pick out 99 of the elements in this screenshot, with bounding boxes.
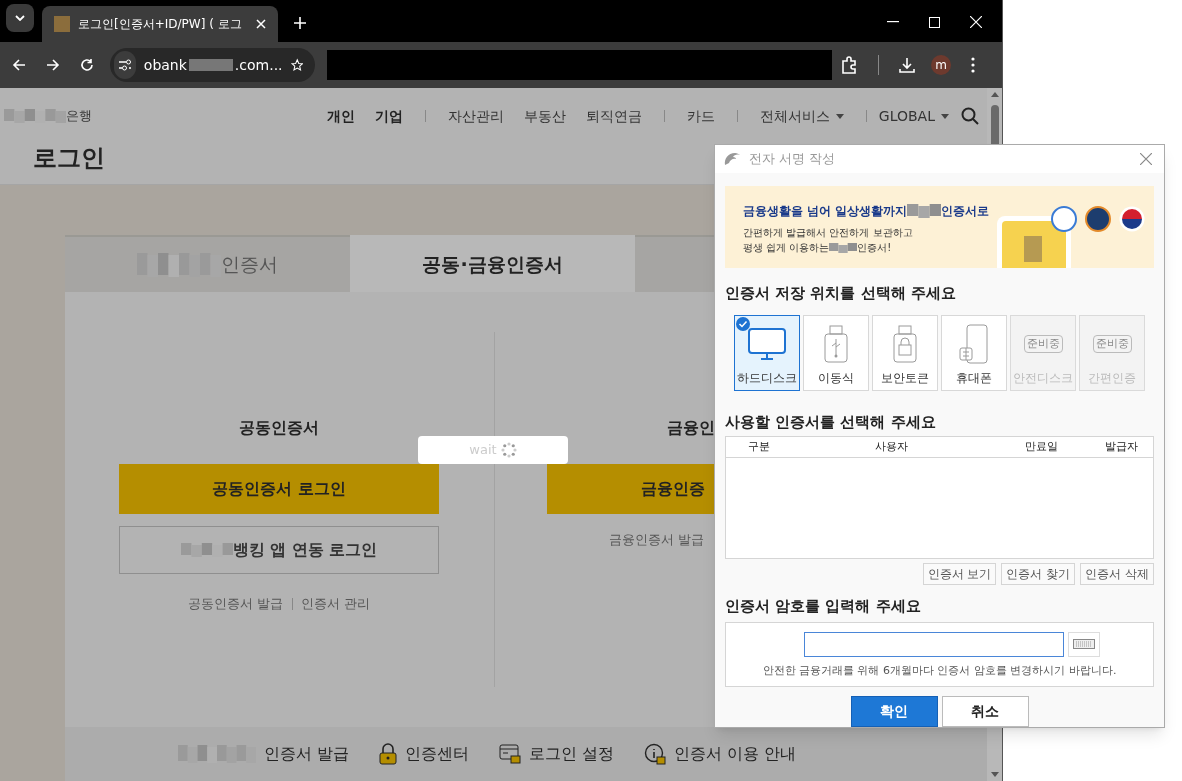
login-tab[interactable]: 공동·금융인증서 bbox=[350, 235, 635, 292]
check-icon bbox=[736, 316, 750, 331]
section-heading: 인증서 암호를 입력해 주세요 bbox=[725, 596, 922, 617]
minimize-icon[interactable] bbox=[887, 21, 899, 23]
forward-icon[interactable] bbox=[46, 58, 60, 72]
profile-avatar[interactable]: m bbox=[931, 55, 951, 75]
storage-option[interactable]: 하드디스크 bbox=[734, 314, 800, 391]
column-header: 사용자 bbox=[873, 438, 909, 455]
nav-link[interactable]: 카드 bbox=[676, 105, 725, 127]
reload-icon[interactable] bbox=[80, 58, 94, 72]
certificate-action-button[interactable]: 인증서 찾기 bbox=[1001, 563, 1076, 585]
option-label: 휴대폰 bbox=[956, 369, 992, 387]
phone-sim-icon bbox=[959, 323, 989, 364]
nav-link[interactable]: 전체서비스 bbox=[749, 105, 854, 127]
tab-title: 로그인[인증서+ID/PW] ( 로그 bbox=[78, 16, 243, 33]
info-icon bbox=[644, 743, 667, 765]
column-header: 만료일 bbox=[1023, 438, 1059, 455]
option-label: 간편인증 bbox=[1088, 369, 1136, 387]
banner-text: 평생 쉽게 이용하는 bbox=[743, 241, 830, 255]
section-heading: 사용할 인증서를 선택해 주세요 bbox=[725, 411, 937, 433]
storage-option[interactable]: 보안토큰 bbox=[872, 314, 938, 391]
star-icon[interactable] bbox=[290, 57, 303, 73]
caret-icon bbox=[941, 113, 949, 119]
primary-login-button[interactable]: 공동인증서 로그인 bbox=[119, 464, 439, 514]
nav-link[interactable]: 퇴직연금 bbox=[575, 105, 652, 127]
nav-link[interactable]: 부동산 bbox=[513, 105, 576, 127]
new-tab-icon[interactable] bbox=[294, 17, 306, 29]
extensions-icon[interactable] bbox=[840, 56, 858, 74]
footer-link[interactable]: 인증서 이용 안내 bbox=[674, 742, 797, 766]
storage-option[interactable]: 이동식 bbox=[803, 314, 869, 391]
app-login-button[interactable]: 뱅킹 앱 연동 로그인 bbox=[119, 526, 439, 574]
banner-text: 간편하게 발급해서 안전하게 보관하고 bbox=[743, 226, 914, 240]
section-heading: 인증서 저장 위치를 선택해 주세요 bbox=[725, 283, 957, 304]
nav-link[interactable]: 기업 bbox=[364, 105, 413, 127]
favicon-icon bbox=[54, 16, 70, 32]
cert-link[interactable]: 인증서 관리 bbox=[300, 594, 370, 614]
dialog-title: 전자 서명 작성 bbox=[749, 150, 836, 169]
confirm-button[interactable]: 확인 bbox=[850, 695, 938, 727]
footer-link[interactable]: 인증서 발급 bbox=[264, 742, 350, 766]
banner-text: 인증서! bbox=[857, 241, 892, 255]
blurred-text bbox=[180, 543, 233, 557]
monitor-icon bbox=[747, 326, 787, 361]
section-heading: 공동인증서 bbox=[239, 417, 319, 439]
tab-label: 공동·금융인증서 bbox=[422, 252, 563, 278]
address-bar[interactable]: obank .com... bbox=[110, 48, 315, 82]
browser-tab[interactable]: 로그인[인증서+ID/PW] ( 로그 bbox=[42, 6, 278, 42]
search-icon[interactable] bbox=[961, 107, 979, 125]
language-link[interactable]: GLOBAL bbox=[878, 105, 961, 127]
usb-drive-icon bbox=[824, 324, 848, 363]
password-note: 안전한 금융거래를 위해 6개월마다 인증서 암호를 변경하시기 바랍니다. bbox=[762, 662, 1117, 679]
site-info-icon[interactable] bbox=[114, 51, 136, 79]
seal-icon bbox=[1085, 206, 1111, 232]
certificate-action-button[interactable]: 인증서 보기 bbox=[922, 563, 997, 585]
lock-token-icon bbox=[893, 324, 917, 363]
column-header: 구분 bbox=[746, 438, 771, 455]
back-icon[interactable] bbox=[12, 58, 26, 72]
bank-name: 은행 bbox=[66, 107, 92, 126]
nav-link[interactable]: 개인 bbox=[316, 105, 365, 127]
card-lock-icon bbox=[499, 744, 522, 764]
blurred-logo bbox=[4, 109, 66, 123]
banner-headline: 금융생활을 넘어 일상생활까지 bbox=[743, 203, 908, 220]
page-title: 로그인 bbox=[33, 144, 105, 172]
virtual-keyboard-button[interactable] bbox=[1068, 631, 1100, 657]
primary-login-button[interactable]: 금융인증 bbox=[547, 464, 715, 514]
option-label: 이동식 bbox=[818, 369, 854, 387]
footer-link[interactable]: 인증센터 bbox=[405, 742, 470, 766]
chevron-down-icon bbox=[15, 15, 25, 21]
dolphin-icon bbox=[723, 151, 741, 167]
cert-link[interactable]: 공동인증서 발급 bbox=[188, 594, 284, 614]
keyboard-icon bbox=[1073, 639, 1095, 649]
pending-badge: 준비중 bbox=[1023, 334, 1063, 353]
certificate-action-button[interactable]: 인증서 삭제 bbox=[1080, 563, 1154, 585]
column-header: 발급자 bbox=[1104, 438, 1139, 455]
menu-icon[interactable] bbox=[971, 57, 975, 73]
option-label: 보안토큰 bbox=[881, 369, 929, 387]
option-label: 하드디스크 bbox=[737, 369, 797, 387]
caret-icon bbox=[835, 113, 844, 119]
spinner-icon bbox=[500, 442, 517, 458]
storage-option[interactable]: 휴대폰 bbox=[941, 314, 1007, 391]
scroll-up-icon[interactable] bbox=[990, 92, 999, 97]
nav-link[interactable]: 자산관리 bbox=[437, 105, 514, 127]
maximize-icon[interactable] bbox=[929, 16, 940, 28]
lock-icon bbox=[379, 743, 398, 765]
blurred-text bbox=[907, 204, 942, 218]
cert-link[interactable]: 금융인증서 발급 bbox=[609, 530, 715, 550]
url-text: obank .com... bbox=[143, 55, 283, 75]
tab-label: 인증서 bbox=[221, 252, 278, 278]
download-icon[interactable] bbox=[899, 57, 915, 73]
footer-link[interactable]: 로그인 설정 bbox=[529, 742, 615, 766]
cancel-button[interactable]: 취소 bbox=[941, 695, 1029, 727]
scroll-down-icon[interactable] bbox=[990, 772, 999, 777]
section-heading: 금융인 bbox=[667, 417, 715, 439]
seal-icon bbox=[1051, 206, 1077, 232]
banner-headline: 인증서로 bbox=[941, 203, 990, 220]
blurred-text bbox=[829, 242, 858, 253]
taegeuk-icon bbox=[1119, 206, 1145, 232]
tab-list-button[interactable] bbox=[6, 4, 34, 32]
pending-badge: 준비중 bbox=[1092, 334, 1132, 353]
password-field[interactable] bbox=[804, 631, 1064, 657]
